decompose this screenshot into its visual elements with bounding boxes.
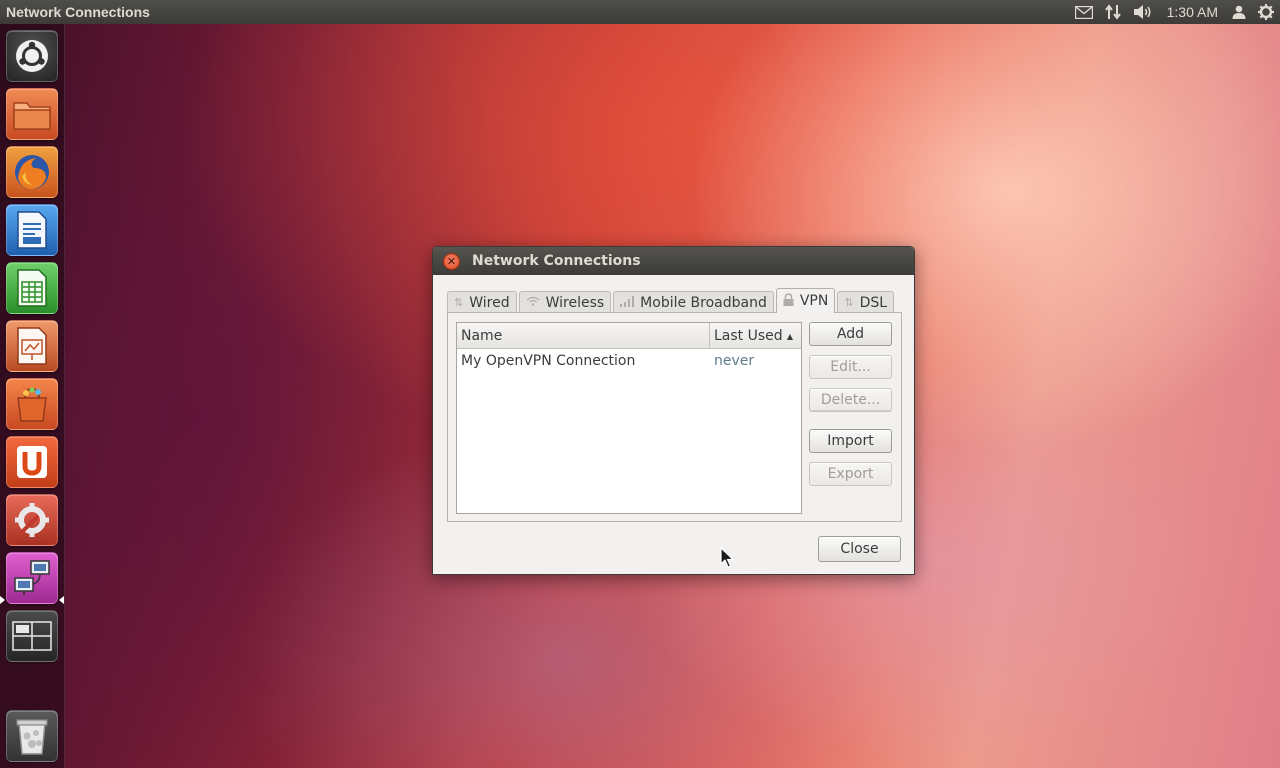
signal-bars-icon bbox=[620, 295, 635, 310]
connection-name: My OpenVPN Connection bbox=[461, 353, 636, 369]
launcher-impress[interactable] bbox=[6, 320, 58, 372]
launcher-files[interactable] bbox=[6, 88, 58, 140]
tab-label: Mobile Broadband bbox=[640, 294, 767, 311]
close-button[interactable]: Close bbox=[818, 536, 901, 562]
tab-label: Wired bbox=[469, 294, 510, 311]
dialog-title: Network Connections bbox=[472, 253, 641, 269]
column-label: Name bbox=[461, 328, 503, 344]
tab-label: VPN bbox=[799, 293, 829, 309]
tab-mobile-broadband[interactable]: Mobile Broadband bbox=[613, 291, 774, 313]
vpn-tab-panel: Name Last Used ▲ My OpenVPN Connection n… bbox=[447, 312, 902, 522]
system-settings-icon bbox=[15, 503, 49, 537]
indicator-area: 1:30 AM bbox=[1069, 0, 1280, 24]
trash-icon bbox=[16, 719, 48, 755]
tab-wired[interactable]: ⇅ Wired bbox=[447, 291, 517, 313]
lock-icon bbox=[783, 293, 794, 309]
edit-button[interactable]: Edit... bbox=[809, 355, 892, 379]
launcher-system-settings[interactable] bbox=[6, 494, 58, 546]
tab-wireless[interactable]: Wireless bbox=[518, 291, 612, 313]
button-separator bbox=[809, 410, 892, 411]
launcher bbox=[0, 24, 65, 768]
launcher-calc[interactable] bbox=[6, 262, 58, 314]
launcher-software-center[interactable] bbox=[6, 378, 58, 430]
column-label: Last Used bbox=[714, 328, 783, 344]
firefox-icon bbox=[15, 155, 49, 189]
network-connections-dialog: ✕ Network Connections ⇅ Wired Wireless M… bbox=[432, 246, 915, 575]
delete-button[interactable]: Delete... bbox=[809, 388, 892, 412]
import-button[interactable]: Import bbox=[809, 429, 892, 453]
table-row[interactable]: My OpenVPN Connection never bbox=[457, 349, 801, 373]
dialog-titlebar[interactable]: ✕ Network Connections bbox=[433, 247, 914, 275]
tab-dsl[interactable]: ⇅ DSL bbox=[837, 291, 895, 313]
files-folder-icon bbox=[13, 102, 51, 130]
column-header-last-used[interactable]: Last Used ▲ bbox=[710, 323, 801, 349]
tab-label: DSL bbox=[859, 294, 888, 311]
calc-icon bbox=[17, 269, 47, 307]
running-indicator-left bbox=[0, 596, 5, 604]
tab-vpn[interactable]: VPN bbox=[775, 288, 836, 313]
impress-icon bbox=[17, 327, 47, 365]
writer-icon bbox=[17, 211, 47, 249]
network-connections-icon bbox=[14, 560, 50, 595]
list-header: Name Last Used ▲ bbox=[457, 323, 801, 349]
launcher-workspace-switcher[interactable] bbox=[6, 610, 58, 662]
focused-indicator-right bbox=[59, 596, 64, 604]
ubuntu-one-icon bbox=[17, 446, 47, 478]
dash-home-icon bbox=[16, 40, 48, 72]
mail-icon[interactable] bbox=[1069, 0, 1099, 24]
column-header-name[interactable]: Name bbox=[457, 323, 710, 349]
launcher-ubuntu-one[interactable] bbox=[6, 436, 58, 488]
launcher-trash[interactable] bbox=[6, 710, 58, 762]
wireless-icon bbox=[526, 296, 540, 309]
dsl-icon: ⇅ bbox=[844, 296, 854, 309]
launcher-network-connections[interactable] bbox=[6, 552, 58, 604]
connection-list[interactable]: Name Last Used ▲ My OpenVPN Connection n… bbox=[456, 322, 802, 514]
volume-icon[interactable] bbox=[1127, 0, 1159, 24]
export-button[interactable]: Export bbox=[809, 462, 892, 486]
top-panel: Network Connections 1:30 AM bbox=[0, 0, 1280, 24]
add-button[interactable]: Add bbox=[809, 322, 892, 346]
sort-ascending-icon: ▲ bbox=[786, 331, 793, 341]
power-gear-icon[interactable] bbox=[1252, 0, 1280, 24]
tab-label: Wireless bbox=[545, 294, 605, 311]
network-transfer-icon[interactable] bbox=[1099, 0, 1127, 24]
dash-home-button[interactable] bbox=[6, 30, 58, 82]
launcher-writer[interactable] bbox=[6, 204, 58, 256]
clock[interactable]: 1:30 AM bbox=[1159, 0, 1226, 24]
software-center-icon bbox=[17, 387, 47, 422]
mouse-pointer-icon bbox=[720, 547, 734, 568]
launcher-firefox[interactable] bbox=[6, 146, 58, 198]
connection-last-used: never bbox=[714, 353, 755, 369]
active-window-title: Network Connections bbox=[6, 4, 150, 20]
connection-type-tabs: ⇅ Wired Wireless Mobile Broadband VPN ⇅ … bbox=[447, 288, 896, 313]
close-icon: ✕ bbox=[446, 254, 457, 268]
user-icon[interactable] bbox=[1226, 0, 1252, 24]
window-close-button[interactable]: ✕ bbox=[443, 252, 460, 270]
workspace-switcher-icon bbox=[12, 621, 52, 651]
wired-icon: ⇅ bbox=[454, 296, 464, 309]
